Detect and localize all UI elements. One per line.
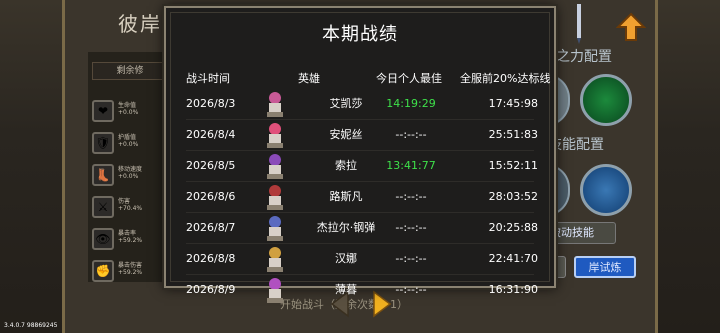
shield-icon: 🛡	[92, 132, 114, 154]
hero-avatar-icon	[267, 92, 283, 117]
server-threshold: 20:25:88	[488, 221, 538, 234]
table-row: 2026/8/6 路斯凡 --:--:-- 28:03:52	[166, 181, 558, 212]
power-config-label: 之力配置	[556, 49, 612, 65]
battle-date: 2026/8/8	[186, 252, 236, 265]
server-threshold: 28:03:52	[488, 190, 538, 203]
table-row: 2026/8/3 艾凯莎 14:19:29 17:45:98	[166, 88, 558, 119]
stat-value: +59.2%	[118, 237, 143, 244]
eye-icon: 👁	[92, 228, 114, 250]
server-threshold: 15:52:11	[488, 159, 538, 172]
stat-name: 护盾值	[118, 134, 137, 141]
power-config-orb[interactable]	[580, 74, 632, 126]
stat-name: 生命值	[118, 102, 137, 109]
stat-row: 👢 移动速度 +0.0%	[92, 164, 162, 188]
hero-avatar-icon	[267, 185, 283, 210]
stat-row: ⚔ 伤害 +70.4%	[92, 196, 162, 220]
hero-avatar-icon	[267, 216, 283, 241]
upgrade-arrow-icon[interactable]	[616, 12, 646, 42]
battle-date: 2026/8/4	[186, 128, 236, 141]
table-row: 2026/8/8 汉娜 --:--:-- 22:41:70	[166, 243, 558, 274]
quill-icon	[577, 4, 581, 44]
trial-button[interactable]: 岸试炼	[574, 256, 636, 278]
battle-date: 2026/8/7	[186, 221, 236, 234]
table-row: 2026/8/5 索拉 13:41:77 15:52:11	[166, 150, 558, 181]
server-threshold: 22:41:70	[488, 252, 538, 265]
stat-name: 移动速度	[118, 166, 143, 173]
stat-row: ❤ 生命值 +0.0%	[92, 100, 162, 124]
personal-best: --:--:--	[395, 190, 427, 203]
personal-best: --:--:--	[395, 283, 427, 296]
battle-date: 2026/8/5	[186, 159, 236, 172]
column-header-hero: 英雄	[298, 72, 320, 85]
battle-date: 2026/8/3	[186, 97, 236, 110]
personal-best: 13:41:77	[386, 159, 436, 172]
skill-config-orb[interactable]	[580, 164, 632, 216]
server-threshold: 17:45:98	[488, 97, 538, 110]
stat-row: ✊ 暴击伤害 +59.2%	[92, 260, 162, 284]
hero-avatar-icon	[267, 154, 283, 179]
personal-best: --:--:--	[395, 128, 427, 141]
server-threshold: 25:51:83	[488, 128, 538, 141]
column-header-time: 战斗时间	[186, 72, 230, 85]
stat-value: +0.0%	[118, 173, 139, 180]
table-row: 2026/8/9 薄暮 --:--:-- 16:31:90	[166, 274, 558, 305]
fist-icon: ✊	[92, 260, 114, 282]
table-row: 2026/8/7 杰拉尔·钢弹 --:--:-- 20:25:88	[166, 212, 558, 243]
battle-date: 2026/8/6	[186, 190, 236, 203]
hero-avatar-icon	[267, 278, 283, 303]
remaining-label: 剩余修	[92, 62, 168, 80]
stat-value: +59.2%	[118, 269, 143, 276]
stat-value: +0.0%	[118, 109, 139, 116]
personal-best: --:--:--	[395, 252, 427, 265]
stat-row: 👁 暴击率 +59.2%	[92, 228, 162, 252]
dialog-title: 本期战绩	[322, 24, 398, 45]
server-threshold: 16:31:90	[488, 283, 538, 296]
hero-avatar-icon	[267, 123, 283, 148]
stat-name: 暴击伤害	[118, 262, 143, 269]
column-header-server: 全服前20%达标线	[460, 72, 551, 85]
heart-icon: ❤	[92, 100, 114, 122]
version-text: 3.4.0.7 98869245	[4, 322, 58, 329]
personal-best: 14:19:29	[386, 97, 436, 110]
column-header-best: 今日个人最佳	[376, 72, 442, 85]
battle-record-dialog: 本期战绩 战斗时间 英雄 今日个人最佳 全服前20%达标线 2026/8/3 艾凯…	[164, 6, 558, 303]
stat-name: 暴击率	[118, 230, 137, 237]
stat-value: +0.0%	[118, 141, 139, 148]
battle-date: 2026/8/9	[186, 283, 236, 296]
boot-icon: 👢	[92, 164, 114, 186]
hero-avatar-icon	[267, 247, 283, 272]
stat-row: 🛡 护盾值 +0.0%	[92, 132, 162, 156]
personal-best: --:--:--	[395, 221, 427, 234]
sword-icon: ⚔	[92, 196, 114, 218]
stat-value: +70.4%	[118, 205, 143, 212]
table-row: 2026/8/4 安妮丝 --:--:-- 25:51:83	[166, 119, 558, 150]
stat-name: 伤害	[118, 198, 131, 205]
